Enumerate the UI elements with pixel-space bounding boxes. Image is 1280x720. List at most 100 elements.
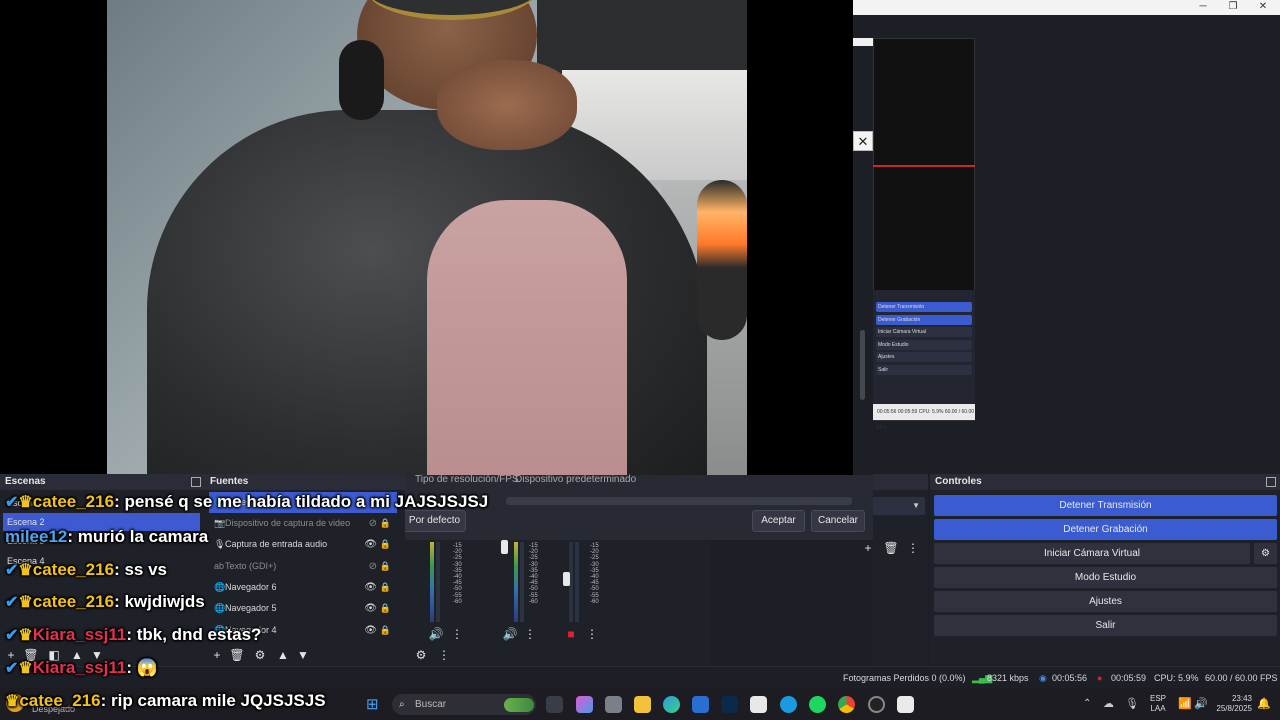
scenes-dock-title: Escenas xyxy=(0,474,205,490)
windows-start-icon[interactable]: ⊞ xyxy=(366,696,383,713)
stop-recording-button[interactable]: Detener Grabación xyxy=(934,519,1277,540)
volume-slider-2[interactable] xyxy=(501,540,508,554)
more-options-icon[interactable]: ⋮ xyxy=(449,626,465,642)
chat-text: tbk, dnd estas? xyxy=(136,625,262,644)
settings-button[interactable]: Ajustes xyxy=(934,591,1277,612)
lock-icon[interactable]: 🔒 xyxy=(380,513,391,534)
moderator-icon: ✔ xyxy=(5,660,19,677)
chat-username: catee_216 xyxy=(32,560,115,579)
mini-stop-stream: Detener Transmisión xyxy=(876,302,972,312)
spotify-icon[interactable] xyxy=(809,696,826,713)
eye-icon[interactable]: 👁 xyxy=(364,577,377,598)
audio-meter-1b xyxy=(436,542,440,622)
webcam-headphones xyxy=(339,40,384,120)
webcam-microphone xyxy=(697,180,747,340)
cancel-button[interactable]: Cancelar xyxy=(811,510,865,532)
hidden-eye-icon[interactable]: ⊘ xyxy=(369,556,377,577)
moderator-icon: ✔ xyxy=(5,594,19,611)
webcam-person-hand xyxy=(437,60,577,150)
app-icon[interactable] xyxy=(605,696,622,713)
more-options-icon[interactable]: ⋮ xyxy=(905,540,921,556)
undock-icon[interactable] xyxy=(191,477,201,487)
add-source-icon[interactable]: + xyxy=(209,647,225,663)
app-icon[interactable] xyxy=(750,696,767,713)
start-virtual-camera-button[interactable]: Iniciar Cámara Virtual xyxy=(934,543,1250,564)
stop-streaming-button[interactable]: Detener Transmisión xyxy=(934,495,1277,516)
lock-icon[interactable]: 🔒 xyxy=(380,598,391,619)
dialog-body xyxy=(853,152,873,472)
exit-button[interactable]: Salir xyxy=(934,615,1277,636)
wifi-icon[interactable]: 📶 xyxy=(1178,697,1192,710)
network-icon[interactable]: ☁ xyxy=(1103,697,1114,710)
minimize-button[interactable]: ─ xyxy=(1188,0,1218,15)
source-label: Navegador 5 xyxy=(225,603,277,613)
volume-slider-3[interactable] xyxy=(563,572,570,586)
app-icon[interactable] xyxy=(780,696,797,713)
volume-icon[interactable]: 🔊 xyxy=(1194,697,1208,710)
chat-text: ss vs xyxy=(124,560,167,579)
lock-icon[interactable]: 🔒 xyxy=(380,534,391,555)
source-row[interactable]: 🌐 Navegador 6 👁 🔒 xyxy=(209,577,397,598)
more-options-icon[interactable]: ⋮ xyxy=(584,626,600,642)
studio-mode-button[interactable]: Modo Estudio xyxy=(934,567,1277,588)
microphone-icon[interactable]: 🎙 xyxy=(1125,697,1139,710)
muted-speaker-icon[interactable]: ■ xyxy=(563,626,579,642)
search-icon: ⌕ xyxy=(399,699,405,710)
obs-icon[interactable] xyxy=(868,696,885,713)
file-explorer-icon[interactable] xyxy=(634,696,651,713)
transition-dropdown[interactable]: ▼ xyxy=(873,497,925,515)
add-transition-icon[interactable]: + xyxy=(860,540,876,556)
app-icon[interactable] xyxy=(721,696,738,713)
copilot-icon[interactable] xyxy=(576,696,593,713)
chat-username: catee_216 xyxy=(32,592,115,611)
chat-username: Kiara_ssj11 xyxy=(32,658,127,677)
dialog-close-button[interactable]: ✕ xyxy=(853,131,873,151)
lock-icon[interactable]: 🔒 xyxy=(380,556,391,577)
delete-source-icon[interactable]: 🗑 xyxy=(229,647,245,663)
eye-icon[interactable]: 👁 xyxy=(364,620,377,641)
source-label: Texto (GDI+) xyxy=(225,561,277,571)
gear-icon[interactable]: ⚙ xyxy=(252,647,268,663)
move-down-icon[interactable]: ▼ xyxy=(295,647,311,663)
source-row[interactable]: 📷 Dispositivo de captura de video ⊘ 🔒 xyxy=(209,513,397,534)
language-indicator[interactable]: ESP LAA xyxy=(1150,694,1166,714)
move-up-icon[interactable]: ▲ xyxy=(275,647,291,663)
lock-icon[interactable]: 🔒 xyxy=(380,577,391,598)
more-options-icon[interactable]: ⋮ xyxy=(436,647,452,663)
eye-icon[interactable]: 👁 xyxy=(364,598,377,619)
dialog-select-field[interactable] xyxy=(506,497,852,505)
undock-icon[interactable] xyxy=(1266,477,1276,487)
delete-transition-icon[interactable]: 🗑 xyxy=(883,540,899,556)
source-row[interactable]: ab Texto (GDI+) ⊘ 🔒 xyxy=(209,556,397,577)
source-row[interactable]: 🎙 Captura de entrada audio 👁 🔒 xyxy=(209,534,397,555)
chrome-icon[interactable] xyxy=(838,696,855,713)
chat-username: Kiara_ssj11 xyxy=(32,625,127,644)
speaker-icon[interactable]: 🔊 xyxy=(502,626,518,642)
eye-icon[interactable]: 👁 xyxy=(364,534,377,555)
resolution-type-value[interactable]: Dispositivo predeterminado xyxy=(515,474,636,485)
gear-icon[interactable]: ⚙ xyxy=(1254,543,1277,564)
more-options-icon[interactable]: ⋮ xyxy=(522,626,538,642)
advanced-audio-icon[interactable]: ⚙ xyxy=(413,647,429,663)
notifications-icon[interactable]: 🔔 xyxy=(1257,697,1271,710)
clock[interactable]: 23:43 25/8/2025 xyxy=(1210,694,1252,714)
meter-scale-3: -15 -20 -25 -30 -35 -40 -45 -50 -55 -60 xyxy=(590,543,599,605)
stream-time: 00:05:56 xyxy=(1052,673,1088,683)
defaults-button[interactable]: Por defecto xyxy=(403,510,466,532)
speaker-icon[interactable]: 🔊 xyxy=(428,626,444,642)
maximize-button[interactable]: ❐ xyxy=(1218,0,1248,15)
accept-button[interactable]: Aceptar xyxy=(752,510,805,532)
chat-message: ✔♛Kiara_ssj11: 😱 xyxy=(5,658,158,677)
crown-icon: ♛ xyxy=(5,693,20,710)
edge-icon[interactable] xyxy=(663,696,680,713)
resolution-type-label: Tipo de resolución/FPS xyxy=(415,474,519,485)
close-window-button[interactable]: ✕ xyxy=(1248,0,1278,15)
app-icon[interactable] xyxy=(897,696,914,713)
hidden-eye-icon[interactable]: ⊘ xyxy=(369,513,377,534)
store-icon[interactable] xyxy=(692,696,709,713)
lock-icon[interactable]: 🔒 xyxy=(380,620,391,641)
tray-expand-icon[interactable]: ⌃ xyxy=(1083,698,1091,709)
task-view-icon[interactable] xyxy=(546,696,563,713)
source-row[interactable]: 🌐 Navegador 5 👁 🔒 xyxy=(209,598,397,619)
dialog-scrollbar[interactable] xyxy=(860,330,865,400)
